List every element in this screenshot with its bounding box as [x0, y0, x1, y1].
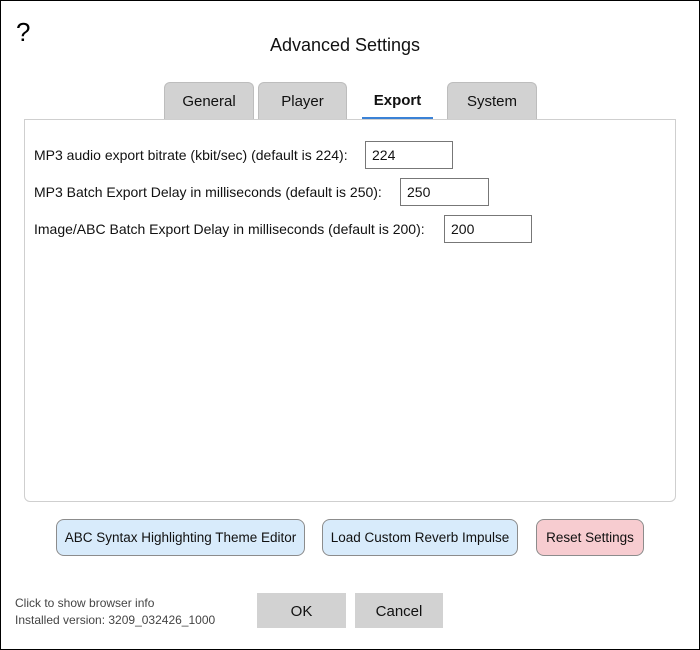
tab-export-label: Export [373, 92, 422, 109]
ok-button[interactable]: OK [257, 593, 346, 628]
mp3-batch-delay-input[interactable] [400, 178, 489, 206]
reset-settings-button[interactable]: Reset Settings [536, 519, 644, 556]
dialog-title: Advanced Settings [269, 35, 421, 55]
tab-system-label: System [466, 93, 517, 110]
tab-general-label: General [182, 93, 236, 110]
tab-export[interactable]: Export [362, 82, 433, 120]
tab-general[interactable]: General [164, 82, 254, 119]
image-abc-batch-delay-input[interactable] [444, 215, 532, 243]
image-abc-batch-delay-label: Image/ABC Batch Export Delay in millisec… [34, 221, 425, 237]
mp3-bitrate-label: MP3 audio export bitrate (kbit/sec) (def… [34, 147, 348, 163]
advanced-settings-dialog: ? Advanced Settings General Player Expor… [0, 0, 700, 650]
mp3-batch-delay-label: MP3 Batch Export Delay in milliseconds (… [34, 184, 382, 200]
tab-player-label: Player [281, 93, 324, 110]
tab-system[interactable]: System [447, 82, 537, 119]
theme-editor-button[interactable]: ABC Syntax Highlighting Theme Editor [56, 519, 305, 556]
mp3-bitrate-input[interactable] [365, 141, 453, 169]
installed-version: Installed version: 3209_032426_1000 [15, 613, 216, 627]
cancel-button[interactable]: Cancel [355, 593, 443, 628]
load-reverb-impulse-button[interactable]: Load Custom Reverb Impulse [322, 519, 518, 556]
tab-player[interactable]: Player [258, 82, 347, 119]
export-settings-panel [24, 119, 676, 502]
browser-info-link[interactable]: Click to show browser info [15, 596, 154, 610]
